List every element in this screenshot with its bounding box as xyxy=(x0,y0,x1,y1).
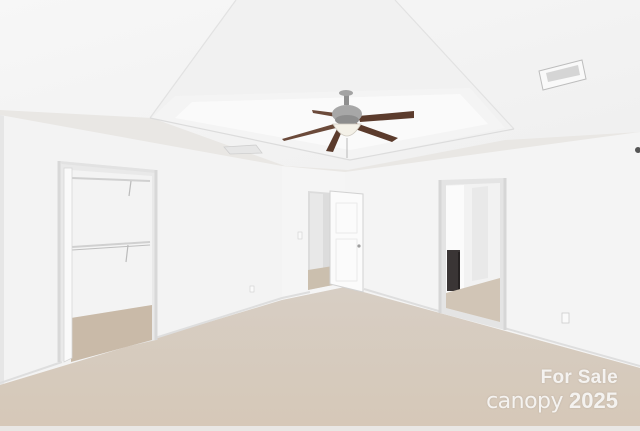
for-sale-watermark: For Sale canopy 2025 xyxy=(428,367,618,414)
walk-in-closet xyxy=(57,161,158,362)
watermark-brand-line: canopy 2025 xyxy=(428,389,618,414)
watermark-year: 2025 xyxy=(569,388,618,413)
right-doorway xyxy=(438,178,507,330)
room-photo: For Sale canopy 2025 xyxy=(0,0,640,426)
small-vent xyxy=(223,144,263,155)
for-sale-label: For Sale xyxy=(540,367,618,388)
light-switch xyxy=(297,231,303,240)
canopy-logo-text: canopy xyxy=(486,389,564,414)
closet-door xyxy=(63,167,73,363)
center-doorway xyxy=(308,190,364,293)
